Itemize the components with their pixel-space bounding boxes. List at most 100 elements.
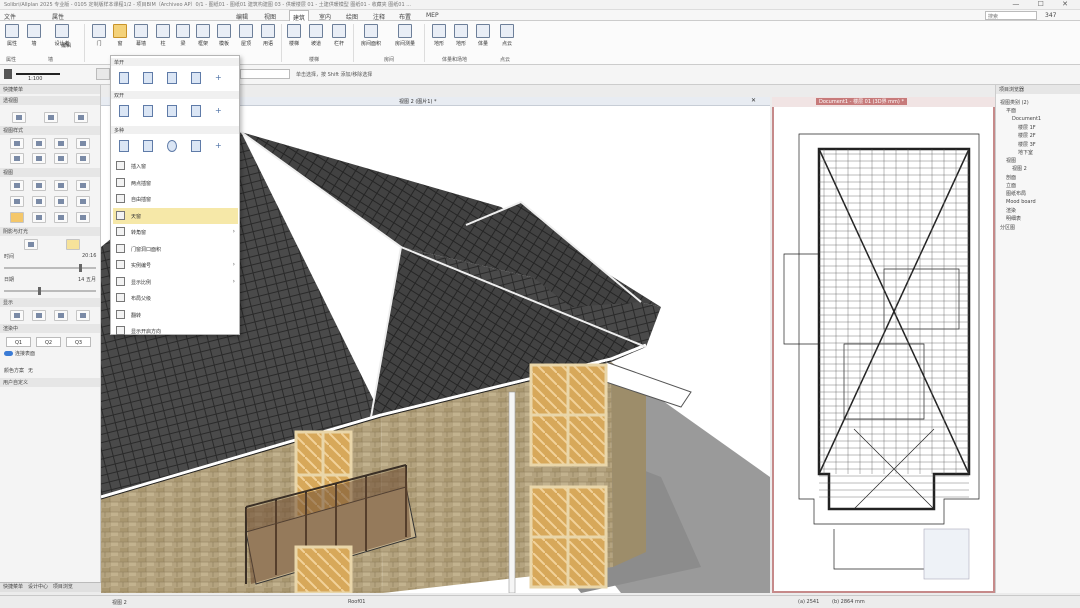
menu-interior[interactable]: 室内 [319,12,331,21]
menu-mep[interactable]: MEP [426,12,439,19]
properties-button[interactable]: 属性 [2,24,22,47]
tree-item[interactable]: 楼层 2F [1018,132,1036,139]
tree-item[interactable]: Document1 [1012,116,1041,122]
style-hidden-button[interactable] [32,138,46,149]
menu-draw[interactable]: 绘图 [346,12,358,21]
line-style-icon[interactable] [16,73,60,75]
menu-architecture[interactable]: 建筑 [289,10,310,22]
window-button[interactable]: 窗 [110,24,130,47]
roof-button[interactable]: 屋顶 [236,24,256,47]
tree-item[interactable]: 渲染 [1006,207,1016,214]
render-q1-button[interactable]: Q1 [6,337,31,347]
display-section-icon[interactable] [32,310,46,321]
add-icon[interactable]: + [215,73,222,82]
tab-design-center[interactable]: 设计中心 [28,584,48,590]
window-type-icon[interactable] [167,72,177,84]
scale-value[interactable]: 1:100 [28,76,42,82]
dropdown-item[interactable]: 翻转 [113,307,238,323]
style-a-button[interactable] [10,153,24,164]
dropdown-item[interactable]: 自由插窗 [113,191,238,207]
tree-item[interactable]: 楼层 1F [1018,124,1036,131]
tree-item[interactable]: 视图 2 [1012,165,1027,172]
color-scheme-value[interactable]: 无 [28,367,33,374]
dropdown-item[interactable]: 转角窗 › [113,224,238,240]
connect-toggle[interactable] [4,351,13,356]
view-up-button[interactable] [44,112,58,123]
settings-icon[interactable] [96,68,110,80]
display-link-icon[interactable] [76,310,90,321]
section-perspective[interactable]: 透视图 [0,96,100,105]
view-back-button[interactable] [32,180,46,191]
ramp-button[interactable]: 坡道 [306,24,326,47]
render-q3-button[interactable]: Q3 [66,337,91,347]
style-render-button[interactable] [76,138,90,149]
section-rendering[interactable]: 渲染中 [0,324,100,333]
style-shaded-button[interactable] [54,138,68,149]
view-down-button[interactable] [74,112,88,123]
tree-item[interactable]: 立面 [1006,182,1016,189]
railing-button[interactable]: 栏杆 [329,24,349,47]
tree-item[interactable]: 平面 [1006,107,1016,114]
parameter-field[interactable] [240,69,290,79]
tab-quick-menu[interactable]: 快捷菜单 [3,584,23,590]
menu-edit[interactable]: 编辑 [236,12,248,21]
dropdown-item[interactable]: 门窗洞口面积 [113,241,238,257]
window-type-icon[interactable] [119,140,129,152]
stair-button[interactable]: 楼梯 [284,24,304,47]
column-button[interactable]: 柱 [153,24,173,47]
window-type-icon[interactable] [191,140,201,152]
light-bulb-icon[interactable] [66,239,80,250]
view-iso-button[interactable] [10,196,24,207]
window-type-icon[interactable] [143,105,153,117]
window-type-icon[interactable] [167,105,177,117]
door-button[interactable]: 门 [89,24,109,47]
plan-tab[interactable]: Document1 - 楼层 01 (3D界 mm) * [772,97,995,107]
view-front-button[interactable] [10,180,24,191]
view-left-button[interactable] [54,180,68,191]
view-right-button[interactable] [76,180,90,191]
view-refresh-button[interactable] [12,112,26,123]
dropdown-item[interactable]: 两点插窗 [113,175,238,191]
display-swap-icon[interactable] [10,310,24,321]
style-d-button[interactable] [76,153,90,164]
window-type-icon[interactable] [191,72,201,84]
point-cloud-button[interactable]: 点云 [497,24,517,47]
time-slider-handle[interactable] [79,264,82,272]
date-slider-handle[interactable] [38,287,41,295]
tree-item[interactable]: Mood board [1006,199,1036,205]
status-view[interactable]: 视图 2 [112,599,127,606]
section-shadow-light[interactable]: 阴影与灯光 [0,227,100,236]
tree-item[interactable]: 图纸布局 [1006,190,1026,197]
section-view[interactable]: 视图 [0,168,100,177]
tree-item[interactable]: 视图 [1006,157,1016,164]
tab-project-browser[interactable]: 项目浏览 [53,584,73,590]
date-slider[interactable] [4,287,96,295]
window-type-icon[interactable] [143,140,153,152]
frame-button[interactable]: 框架 [193,24,213,47]
tree-item[interactable]: 楼层 3F [1018,141,1036,148]
floor-plan-pane[interactable] [772,97,995,593]
room-area-button[interactable]: 房间面积 [358,24,384,47]
terrain-button[interactable]: 地形 [429,24,449,47]
terrain-button-2[interactable]: 地形 [451,24,471,47]
menu-layout[interactable]: 布置 [399,12,411,21]
window-type-icon[interactable] [191,105,201,117]
dropdown-item[interactable]: 插入窗 [113,158,238,174]
edit-button[interactable]: 编辑 [52,40,80,49]
add-icon[interactable]: + [215,106,222,115]
menu-file[interactable]: 文件 [4,12,16,21]
window-type-icon[interactable] [119,72,129,84]
zoom-icon[interactable] [54,212,68,223]
menu-annotate[interactable]: 注释 [373,12,385,21]
room-measure-button[interactable]: 房间测量 [392,24,418,47]
window-type-icon[interactable] [119,105,129,117]
fit-icon[interactable] [32,212,46,223]
zoom-region-icon[interactable] [76,212,90,223]
minimize-icon[interactable]: — [1012,0,1027,8]
dropdown-item[interactable]: 布局父级 [113,290,238,306]
render-q2-button[interactable]: Q2 [36,337,61,347]
time-slider[interactable] [4,264,96,272]
style-b-button[interactable] [32,153,46,164]
dropdown-item[interactable]: 显示开启方向 [113,323,238,339]
tree-item[interactable]: 地下室 [1018,149,1033,156]
